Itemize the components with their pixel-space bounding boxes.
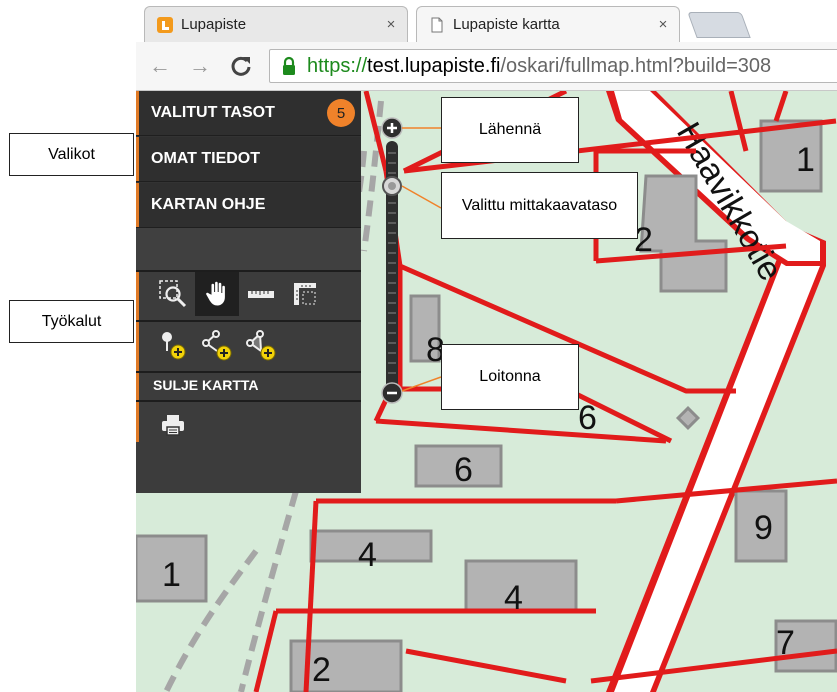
side-panel: VALITUT TASOT 5 OMAT TIEDOT KARTAN OHJE [136, 91, 361, 493]
house-number: 1 [796, 141, 815, 179]
zoom-level-handle[interactable] [382, 176, 402, 196]
menu-label: KARTAN OHJE [151, 196, 266, 213]
menu-kartan-ohje[interactable]: KARTAN OHJE [136, 183, 361, 228]
printer-icon[interactable] [151, 403, 195, 447]
callout-lahenna: Lähennä [441, 97, 579, 163]
new-tab-button[interactable] [687, 12, 751, 38]
zoom-in-icon[interactable] [381, 117, 403, 139]
zoom-box-icon[interactable] [151, 272, 195, 316]
tab-close-icon[interactable]: × [653, 16, 673, 33]
tab-close-icon[interactable]: × [381, 16, 401, 33]
tab-strip: Lupapiste × Lupapiste kartta × [136, 0, 837, 42]
close-map-button[interactable]: SULJE KARTTA [153, 377, 259, 393]
lock-icon [283, 56, 295, 75]
measure-area-icon[interactable] [283, 272, 327, 316]
lupapiste-favicon [157, 16, 173, 33]
tab-title: Lupapiste [181, 16, 247, 33]
pan-hand-icon[interactable] [195, 272, 239, 316]
house-number: 6 [578, 399, 597, 437]
url-scheme: https:// [307, 54, 368, 77]
reload-icon [231, 56, 251, 76]
panel-spacer [136, 228, 361, 270]
address-bar[interactable]: https://test.lupapiste.fi/oskari/fullmap… [269, 49, 837, 83]
house-number: 7 [776, 624, 795, 662]
callout-valittu-mittakaavataso: Valittu mittakaavataso [441, 172, 638, 239]
browser-toolbar: ← → https://test.lupapiste.fi/oskari/ful… [136, 42, 837, 91]
callout-valikot: Valikot [9, 133, 134, 176]
page-icon [431, 17, 443, 32]
zoom-out-icon[interactable] [381, 382, 403, 404]
callout-tyokalut: Työkalut [9, 300, 134, 343]
measure-line-icon[interactable] [239, 272, 283, 316]
tab-title: Lupapiste kartta [453, 16, 560, 33]
tab-lupapiste-kartta[interactable]: Lupapiste kartta × [416, 6, 680, 42]
back-button[interactable]: ← [146, 52, 174, 80]
url-path: /oskari/fullmap.html?build=308 [500, 54, 772, 77]
menu-valitut-tasot[interactable]: VALITUT TASOT 5 [136, 91, 361, 136]
menu-label: VALITUT TASOT [151, 104, 275, 121]
menu-omat-tiedot[interactable]: OMAT TIEDOT [136, 137, 361, 182]
house-number: 1 [162, 556, 181, 594]
add-point-icon[interactable] [151, 323, 195, 367]
add-area-icon[interactable] [239, 323, 283, 367]
reload-button[interactable] [227, 52, 255, 80]
toolbar-tools: SULJE KARTTA [136, 270, 361, 493]
menu-label: OMAT TIEDOT [151, 150, 261, 167]
house-number: 4 [358, 536, 377, 574]
forward-button[interactable]: → [186, 52, 214, 80]
house-number: 2 [312, 651, 331, 689]
tab-lupapiste[interactable]: Lupapiste × [144, 6, 408, 42]
house-number: 9 [754, 509, 773, 547]
house-number: 4 [504, 579, 523, 617]
callout-loitonna: Loitonna [441, 344, 579, 410]
url-host: test.lupapiste.fi [367, 54, 501, 77]
add-line-icon[interactable] [195, 323, 239, 367]
layer-count-badge: 5 [327, 99, 355, 127]
house-number: 6 [454, 451, 473, 489]
